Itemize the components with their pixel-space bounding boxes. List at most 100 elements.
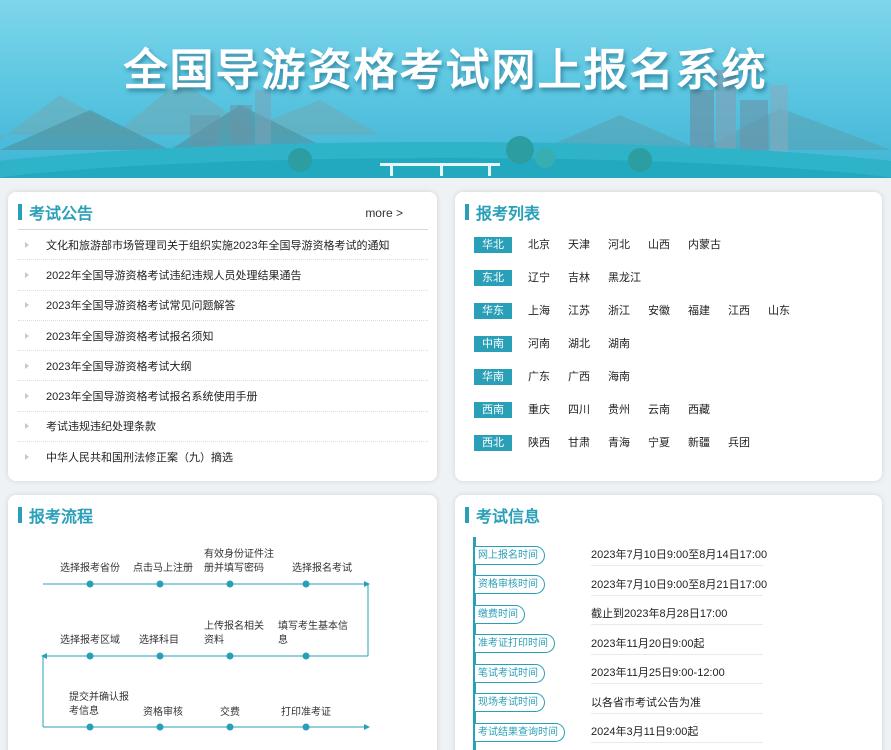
- region-tag: 华东: [474, 303, 512, 319]
- province-link[interactable]: 湖南: [608, 336, 648, 352]
- flow-step-label: 上传报名相关资料: [204, 621, 264, 646]
- arrow-left-icon: [41, 653, 47, 659]
- notice-item[interactable]: 中华人民共和国刑法修正案（九）摘选: [18, 442, 428, 472]
- notice-link[interactable]: 文化和旅游部市场管理司关于组织实施2023年全国导游资格考试的通知: [46, 237, 389, 253]
- notice-link[interactable]: 中华人民共和国刑法修正案（九）摘选: [46, 449, 233, 465]
- province-link[interactable]: 新疆: [688, 435, 728, 451]
- exam-info-heading: 考试信息: [465, 505, 541, 526]
- exam-info-row: 笔试考试时间: [475, 663, 545, 683]
- region-tag: 中南: [474, 336, 512, 352]
- step-dot: [302, 723, 310, 731]
- province-link[interactable]: 湖北: [568, 336, 608, 352]
- province-link[interactable]: 黑龙江: [608, 270, 648, 286]
- province-link[interactable]: 浙江: [608, 303, 648, 319]
- province-link[interactable]: 重庆: [528, 402, 568, 418]
- region-tag: 西南: [474, 402, 512, 418]
- province-link[interactable]: 河北: [608, 237, 648, 253]
- province-link[interactable]: 山东: [768, 303, 808, 319]
- province-link[interactable]: 广东: [528, 369, 568, 385]
- province-link[interactable]: 兵团: [728, 435, 768, 451]
- province-link[interactable]: 江西: [728, 303, 768, 319]
- province-link[interactable]: 云南: [648, 402, 688, 418]
- exam-info-value: 2023年11月20日9:00起: [591, 634, 763, 655]
- exam-info-title: 考试信息: [476, 509, 541, 526]
- step-dot: [86, 652, 94, 660]
- bullet-icon: [25, 241, 29, 248]
- province-link[interactable]: 福建: [688, 303, 728, 319]
- region-row: 华南 广东 广西 海南: [474, 369, 808, 402]
- arrow-right-icon: [364, 581, 370, 587]
- province-link[interactable]: 天津: [568, 237, 608, 253]
- province-link[interactable]: 山西: [648, 237, 688, 253]
- flow-step-label: 选择报考省份: [60, 563, 120, 574]
- notice-link[interactable]: 2023年全国导游资格考试大纲: [46, 358, 191, 374]
- bullet-icon: [25, 423, 29, 430]
- notice-item[interactable]: 2023年全国导游资格考试报名须知: [18, 321, 428, 352]
- exam-info-label: 笔试考试时间: [475, 663, 545, 683]
- region-rows: 华北 北京 天津 河北 山西 内蒙古 东北 辽宁 吉林 黑龙江 华东 上海 江苏 浙江 安徽 福建 江西 山东 中南…: [474, 237, 808, 468]
- flow-step-label: 选择报考区域: [60, 635, 120, 646]
- bullet-icon: [25, 332, 29, 339]
- region-row: 东北 辽宁 吉林 黑龙江: [474, 270, 808, 303]
- province-link[interactable]: 内蒙古: [688, 237, 728, 253]
- province-link[interactable]: 海南: [608, 369, 648, 385]
- region-tag: 西北: [474, 435, 512, 451]
- region-tag: 华北: [474, 237, 512, 253]
- region-row: 华东 上海 江苏 浙江 安徽 福建 江西 山东: [474, 303, 808, 336]
- province-link[interactable]: 广西: [568, 369, 608, 385]
- exam-info-value: 截止到2023年8月28日17:00: [591, 604, 763, 625]
- heading-bar: [18, 204, 22, 220]
- exam-info-label: 现场考试时间: [475, 693, 545, 712]
- step-dot: [226, 652, 234, 660]
- step-dot: [156, 723, 164, 731]
- region-list-title: 报考列表: [476, 206, 541, 223]
- flow-step-label: 有效身份证件注册并填写密码: [204, 549, 274, 574]
- notice-item[interactable]: 考试违规违纪处理条款: [18, 412, 428, 443]
- notice-item[interactable]: 2023年全国导游资格考试大纲: [18, 351, 428, 382]
- step-dot: [302, 580, 310, 588]
- step-dot: [226, 723, 234, 731]
- province-link[interactable]: 河南: [528, 336, 568, 352]
- province-link[interactable]: 陕西: [528, 435, 568, 451]
- exam-info-row: 资格审核时间: [475, 575, 545, 595]
- bullet-icon: [25, 393, 29, 400]
- exam-info-label: 准考证打印时间: [475, 634, 555, 653]
- bullet-icon: [25, 271, 29, 278]
- province-link[interactable]: 辽宁: [528, 270, 568, 286]
- notice-item[interactable]: 文化和旅游部市场管理司关于组织实施2023年全国导游资格考试的通知: [18, 230, 428, 261]
- province-link[interactable]: 四川: [568, 402, 608, 418]
- province-link[interactable]: 上海: [528, 303, 568, 319]
- province-link[interactable]: 吉林: [568, 270, 608, 286]
- notice-link[interactable]: 考试违规违纪处理条款: [46, 418, 156, 434]
- province-link[interactable]: 青海: [608, 435, 648, 451]
- notice-item[interactable]: 2023年全国导游资格考试报名系统使用手册: [18, 381, 428, 412]
- exam-info-value: 2023年7月10日9:00至8月14日17:00: [591, 545, 767, 566]
- exam-info-label: 资格审核时间: [475, 575, 545, 594]
- province-link[interactable]: 贵州: [608, 402, 648, 418]
- notice-link[interactable]: 2023年全国导游资格考试常见问题解答: [46, 297, 235, 313]
- province-link[interactable]: 北京: [528, 237, 568, 253]
- notice-list: 文化和旅游部市场管理司关于组织实施2023年全国导游资格考试的通知 2022年全…: [18, 230, 428, 472]
- notice-item[interactable]: 2022年全国导游资格考试违纪违规人员处理结果通告: [18, 260, 428, 291]
- notice-item[interactable]: 2023年全国导游资格考试常见问题解答: [18, 291, 428, 321]
- region-row: 西北 陕西 甘肃 青海 宁夏 新疆 兵团: [474, 435, 808, 468]
- region-row: 西南 重庆 四川 贵州 云南 西藏: [474, 402, 808, 435]
- bullet-icon: [25, 454, 29, 461]
- notice-link[interactable]: 2023年全国导游资格考试报名须知: [46, 328, 213, 344]
- province-link[interactable]: 西藏: [688, 402, 728, 418]
- step-dot: [86, 723, 94, 731]
- province-link[interactable]: 甘肃: [568, 435, 608, 451]
- notice-link[interactable]: 2023年全国导游资格考试报名系统使用手册: [46, 388, 257, 404]
- province-link[interactable]: 宁夏: [648, 435, 688, 451]
- exam-info-label: 考试结果查询时间: [475, 722, 565, 742]
- step-dot: [156, 580, 164, 588]
- notice-link[interactable]: 2022年全国导游资格考试违纪违规人员处理结果通告: [46, 267, 301, 283]
- region-list-heading: 报考列表: [465, 202, 541, 223]
- more-link[interactable]: more >: [365, 206, 403, 220]
- region-tag: 东北: [474, 270, 512, 286]
- province-link[interactable]: 江苏: [568, 303, 608, 319]
- province-link[interactable]: 安徽: [648, 303, 688, 319]
- flow-step-label: 交费: [220, 707, 240, 718]
- step-dot: [302, 652, 310, 660]
- exam-info-row: 准考证打印时间: [475, 634, 555, 654]
